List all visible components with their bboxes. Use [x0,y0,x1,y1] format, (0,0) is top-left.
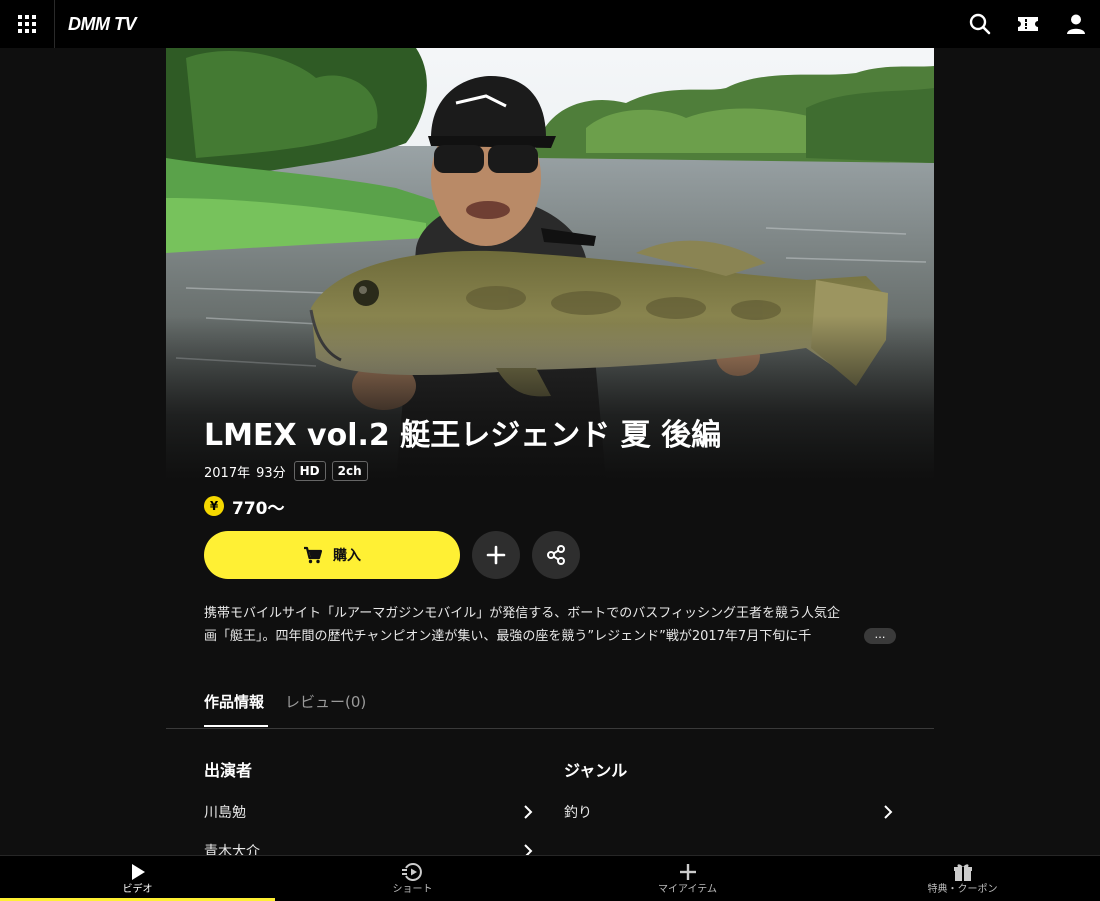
genre-section-title: ジャンル [564,761,628,780]
search-button[interactable] [968,12,992,36]
nav-video[interactable]: ビデオ [0,856,275,901]
page-title: LMEX vol.2 艇王レジェンド 夏 後編 [204,418,722,453]
detail-tabs: 作品情報 レビュー(0) [166,680,934,729]
ticket-icon [1018,17,1038,31]
buy-button-label: 購入 [333,548,361,564]
chevron-right-icon [882,805,894,819]
description-line: 携帯モバイルサイト「ルアーマガジンモバイル」が発信する、ボートでのバスフィッシン… [204,606,840,621]
audio-channel-badge: 2ch [331,461,368,481]
price: ¥ 770〜 [204,494,285,519]
tab-info[interactable]: 作品情報 [204,690,264,714]
duration: 93分 [256,465,286,481]
app-menu-button[interactable] [0,0,55,48]
top-header: DMM TV [0,0,1100,48]
video-meta: 2017年 93分 HD 2ch [204,460,374,482]
nav-label: ショート [392,884,433,895]
account-button[interactable] [1064,12,1088,36]
plus-icon [679,862,697,882]
expand-description-button[interactable]: … [864,628,896,644]
description-line: 画「艇王」。四年間の歴代チャンピオン達が集い、最強の座を競う”レジェンド”戦が2… [204,629,812,644]
plus-icon [486,545,506,565]
short-icon [401,862,424,882]
play-icon [130,862,146,882]
yen-coin-icon: ¥ [204,496,224,516]
bottom-navigation: ビデオ ショート マイアイテム 特典・クーポン [0,855,1100,901]
nav-label: 特典・クーポン [927,884,998,895]
search-icon [969,13,991,35]
add-to-my-list-button[interactable] [472,531,520,579]
cast-item[interactable]: 川島勉 [204,800,540,824]
grid-menu-icon [18,15,36,33]
share-icon [547,545,565,565]
genre-name: 釣り [564,805,592,821]
nav-label: ビデオ [122,884,153,895]
price-value: 770〜 [232,498,285,519]
ticket-button[interactable] [1016,12,1040,36]
buy-button[interactable]: 購入 [204,531,460,579]
release-year: 2017年 [204,465,251,481]
gift-icon [953,862,973,882]
genre-item[interactable]: 釣り [564,800,900,824]
nav-my-items[interactable]: マイアイテム [550,856,825,901]
cart-icon [303,546,323,564]
cast-name: 川島勉 [204,805,246,821]
share-button[interactable] [532,531,580,579]
chevron-right-icon [522,805,534,819]
cast-section-title: 出演者 [204,761,253,780]
active-tab-indicator [204,725,268,727]
description: 携帯モバイルサイト「ルアーマガジンモバイル」が発信する、ボートでのバスフィッシン… [204,602,900,648]
dmm-tv-logo[interactable]: DMM TV [68,12,137,36]
nav-label: マイアイテム [658,884,717,895]
tab-reviews[interactable]: レビュー(0) [285,690,366,714]
user-icon [1067,14,1085,34]
hd-badge: HD [293,461,326,481]
nav-benefits-coupons[interactable]: 特典・クーポン [825,856,1100,901]
nav-short[interactable]: ショート [275,856,550,901]
